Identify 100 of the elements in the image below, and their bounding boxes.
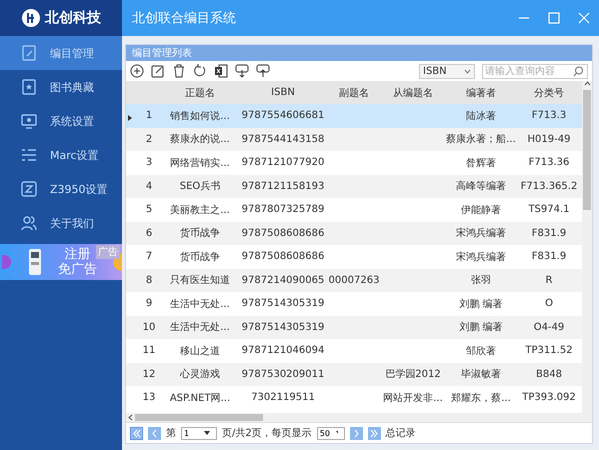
table-cell-text: 宋鸿兵编著: [455, 226, 507, 240]
notebook-icon: [20, 44, 38, 62]
page-label: 第: [166, 427, 176, 440]
maximize-icon: [548, 12, 560, 24]
table-cell-text: ASP.NET网...: [168, 392, 232, 405]
table-cell-text: 高峰等编著: [455, 180, 507, 194]
trash-icon[interactable]: [172, 64, 186, 78]
table-cell-text: F713.36: [528, 157, 570, 168]
table-cell-text: 2: [144, 134, 154, 145]
table-cell-text: 邹欣著: [465, 344, 497, 358]
table-cell-text: 心灵游戏: [178, 368, 221, 382]
table-cell-text: 7302119511: [250, 392, 316, 404]
column-header: 副题名: [338, 86, 370, 100]
row-pointer-icon: [128, 115, 132, 122]
table-row[interactable]: 6 货币战争 9787508608686 宋鸿兵编著 F831.9: [126, 222, 582, 245]
page-info: 页/共2页，每页显示: [222, 426, 312, 440]
first-page-button[interactable]: [130, 426, 143, 440]
table-cell-text: 9787508608686: [240, 228, 326, 239]
kiosk-icon: [27, 248, 43, 276]
table-cell-text: 美丽教主之...: [169, 204, 231, 217]
table-cell-text: 巴学园2012: [384, 368, 442, 382]
table-cell-text: 刘鹏 编著: [458, 298, 504, 311]
table-cell-text: 9787544143158: [240, 134, 326, 145]
ad-text: 注册: [64, 247, 90, 262]
table-cell-text: 宋鸿兵编著: [455, 250, 507, 264]
horizontal-scrollbar[interactable]: [126, 413, 582, 422]
table-cell-text: 刘鹏 编著: [458, 320, 504, 334]
table-cell-text: 张羽: [470, 274, 492, 288]
sidebar-item[interactable]: 关于我们: [0, 206, 122, 240]
page-size-select[interactable]: 50: [316, 426, 345, 440]
table-cell-text: 销售如何说...: [169, 110, 231, 123]
monitor-icon: [20, 112, 38, 130]
table-cell-text: 7: [144, 251, 154, 262]
table-cell-text: 9787214090065: [240, 274, 326, 286]
search-icon[interactable]: [573, 66, 584, 76]
excel-icon[interactable]: [214, 64, 228, 78]
table-cell-text: O4-49: [532, 322, 566, 333]
brand-name: 北创科技: [45, 9, 101, 27]
table-cell-text: 生活中无处...: [169, 298, 231, 311]
sidebar-item[interactable]: 系统设置: [0, 104, 122, 138]
table-cell-text: F831.9: [530, 228, 568, 239]
table-cell-text: 9: [144, 298, 154, 310]
table-cell-text: 货币战争: [179, 226, 221, 240]
download-icon[interactable]: [235, 64, 249, 78]
chevron-icon: [464, 68, 471, 74]
table-cell-text: 9787554606681: [240, 110, 326, 122]
table-cell-text: F713.3: [530, 110, 568, 122]
table-cell-text: 9787121077920: [240, 157, 326, 168]
table-row[interactable]: 4 SEO兵书 9787121158193 高峰等编著 F713.365.2: [126, 174, 582, 198]
table-row[interactable]: 12 心灵游戏 9787530209011 巴学园2012 毕淑敏著 B848: [126, 362, 582, 386]
sidebar-item[interactable]: 图书典藏: [0, 70, 122, 104]
ad-text: 免广告: [58, 262, 97, 277]
vertical-scrollbar[interactable]: [582, 81, 592, 422]
edit-icon[interactable]: [151, 64, 165, 78]
table-row[interactable]: 2 蔡康永的说... 9787544143158 蔡康永著；船... H019-49: [126, 128, 582, 151]
table-cell-text: 9787514305319: [240, 322, 326, 333]
sidebar-item[interactable]: Marc设置: [0, 138, 122, 172]
panel-title: 编目管理列表: [132, 46, 192, 60]
table-cell-text: 12: [142, 368, 156, 380]
table-cell-text: TP311.52: [524, 345, 574, 356]
sidebar-item[interactable]: Z3950设置: [0, 172, 122, 206]
table-cell-text: 4: [144, 180, 154, 192]
table-cell-text: 10: [142, 322, 156, 333]
page-select[interactable]: 1: [181, 426, 217, 440]
table-row[interactable]: 1 销售如何说... 9787554606681 陆冰著 F713.3: [126, 104, 582, 128]
dropdown-icon: [336, 431, 338, 435]
table-cell-text: 9787514305319: [240, 298, 326, 310]
scroll-left-icon[interactable]: [128, 414, 133, 421]
table-cell-text: 蔡康永著；船...: [445, 132, 517, 146]
field-select[interactable]: ISBN: [419, 64, 475, 78]
table-cell-text: 货币战争: [179, 250, 221, 264]
table-row[interactable]: 8 只有医生知道 9787214090065 00007263 张羽 R: [126, 268, 582, 292]
table-cell-text: 3: [144, 157, 154, 168]
table-cell-text: 伊能静著: [460, 204, 502, 217]
table-cell-text: SEO兵书: [178, 180, 222, 194]
table-cell-text: 1: [144, 110, 154, 122]
table-cell-text: 11: [142, 345, 156, 356]
table-cell-text: 9787530209011: [240, 368, 326, 380]
table-cell-text: F831.9: [530, 251, 568, 262]
column-header: 编著者: [465, 86, 497, 100]
table-cell-text: TP393.092: [521, 392, 577, 404]
table-row[interactable]: 10 生活中无处... 9787514305319 刘鹏 编著 O4-49: [126, 316, 582, 339]
table-cell-text: 00007263: [328, 274, 380, 286]
table-cell-text: 生活中无处...: [169, 320, 231, 334]
table-cell-text: B848: [535, 368, 563, 380]
upload-icon[interactable]: [256, 64, 270, 78]
window-title: 北创联合编目系统: [132, 10, 237, 27]
dropdown-icon: [204, 431, 210, 435]
table-cell-text: TS974.1: [527, 204, 571, 216]
total-records-label: 总记录: [386, 426, 416, 440]
add-icon[interactable]: [130, 64, 144, 78]
table-cell-text: 昝辉著: [465, 156, 497, 170]
table-cell-text: 移山之道: [179, 344, 221, 358]
scroll-up-icon[interactable]: [584, 81, 590, 86]
column-header: ISBN: [270, 87, 296, 98]
refresh-icon[interactable]: [193, 64, 207, 78]
notebook-icon: [20, 78, 38, 96]
close-icon: [578, 12, 590, 24]
column-header: 从编题名: [392, 86, 434, 100]
table-cell-text: 陆冰著: [465, 110, 497, 123]
